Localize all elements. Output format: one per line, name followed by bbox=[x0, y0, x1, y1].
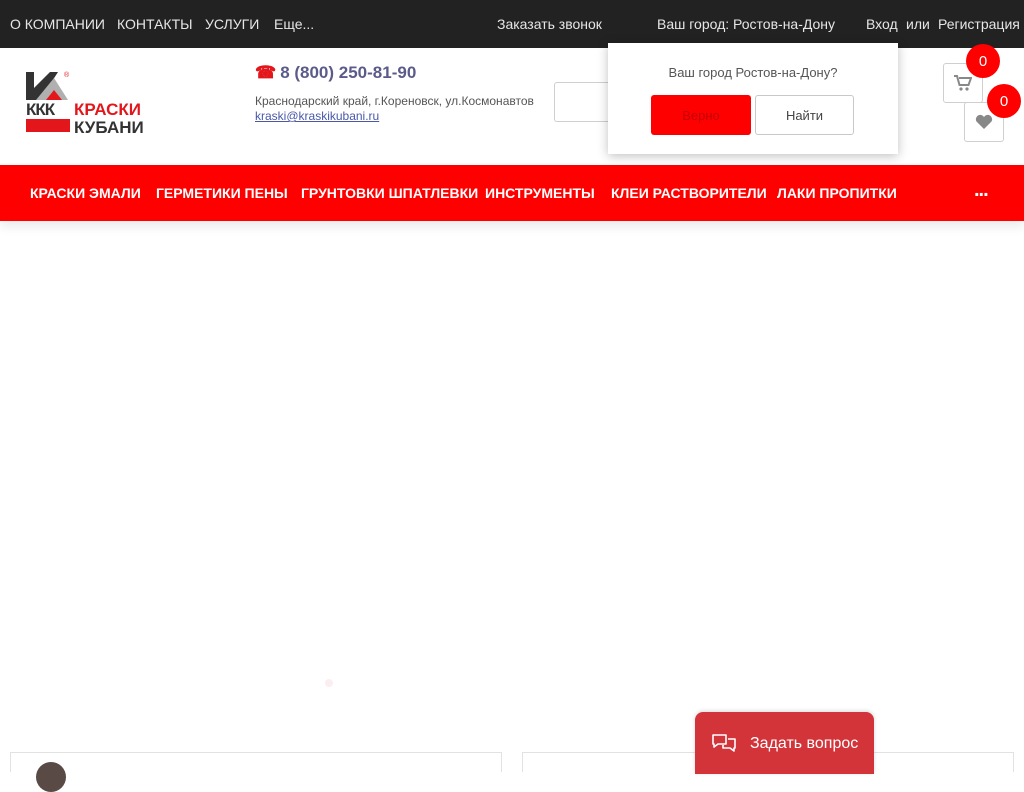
site-logo[interactable]: ® ККК КРАСКИ КУБАНИ bbox=[24, 70, 154, 137]
top-menu-contacts[interactable]: КОНТАКТЫ bbox=[117, 16, 193, 32]
cart-icon bbox=[954, 75, 972, 91]
header-phone[interactable]: ☎ 8 (800) 250-81-90 bbox=[255, 63, 416, 83]
nav-primers[interactable]: ГРУНТОВКИ ШПАТЛЕВКИ bbox=[301, 185, 478, 201]
phone-icon: ☎ bbox=[255, 63, 277, 82]
search-input[interactable] bbox=[554, 82, 614, 122]
top-menu-more[interactable]: Еще... bbox=[274, 16, 314, 32]
ask-question-label: Задать вопрос bbox=[750, 735, 859, 752]
city-selector[interactable]: Ваш город: Ростов-на-Дону bbox=[657, 16, 835, 32]
logo-text-kraski: КРАСКИ bbox=[74, 100, 141, 119]
heart-icon bbox=[975, 114, 993, 129]
ask-question-button[interactable]: Задать вопрос bbox=[695, 712, 874, 774]
nav-sealants[interactable]: ГЕРМЕТИКИ ПЕНЫ bbox=[156, 185, 288, 201]
header-address: Краснодарский край, г.Кореновск, ул.Косм… bbox=[255, 94, 534, 108]
catalog-nav: КРАСКИ ЭМАЛИ ГЕРМЕТИКИ ПЕНЫ ГРУНТОВКИ ШП… bbox=[0, 165, 1024, 221]
city-confirm-popup: Ваш город Ростов-на-Дону? Верно Найти bbox=[608, 43, 898, 154]
avatar bbox=[36, 762, 66, 792]
top-menu-services[interactable]: УСЛУГИ bbox=[205, 16, 259, 32]
logo-bar bbox=[26, 119, 70, 132]
nav-tools[interactable]: ИНСТРУМЕНТЫ bbox=[485, 185, 595, 201]
logo-registered: ® bbox=[64, 72, 70, 79]
nav-more-button[interactable]: ... bbox=[974, 179, 989, 202]
nav-varnishes[interactable]: ЛАКИ ПРОПИТКИ bbox=[777, 185, 897, 201]
nav-paints[interactable]: КРАСКИ ЭМАЛИ bbox=[30, 185, 141, 201]
or-text: или bbox=[906, 16, 930, 32]
cart-count-badge: 0 bbox=[966, 44, 1000, 78]
callback-link[interactable]: Заказать звонок bbox=[497, 16, 602, 32]
city-confirm-button[interactable]: Верно bbox=[651, 95, 751, 135]
chat-icon bbox=[712, 734, 736, 752]
header-email[interactable]: kraski@kraskikubani.ru bbox=[255, 109, 379, 123]
top-bar: О КОМПАНИИ КОНТАКТЫ УСЛУГИ Еще... Заказа… bbox=[0, 0, 1024, 48]
city-question: Ваш город Ростов-на-Дону? bbox=[668, 65, 838, 80]
top-menu-about[interactable]: О КОМПАНИИ bbox=[10, 16, 105, 32]
phone-number: 8 (800) 250-81-90 bbox=[280, 63, 417, 82]
favorites-count-badge: 0 bbox=[987, 84, 1021, 118]
content-card-left bbox=[10, 752, 502, 772]
loading-dot bbox=[325, 679, 333, 687]
logo-text-kubani: КУБАНИ bbox=[74, 118, 144, 137]
logo-kkk: ККК bbox=[26, 100, 55, 119]
login-link[interactable]: Вход bbox=[866, 16, 898, 32]
city-find-button[interactable]: Найти bbox=[755, 95, 854, 135]
register-link[interactable]: Регистрация bbox=[938, 16, 1020, 32]
nav-glues[interactable]: КЛЕИ РАСТВОРИТЕЛИ bbox=[611, 185, 767, 201]
